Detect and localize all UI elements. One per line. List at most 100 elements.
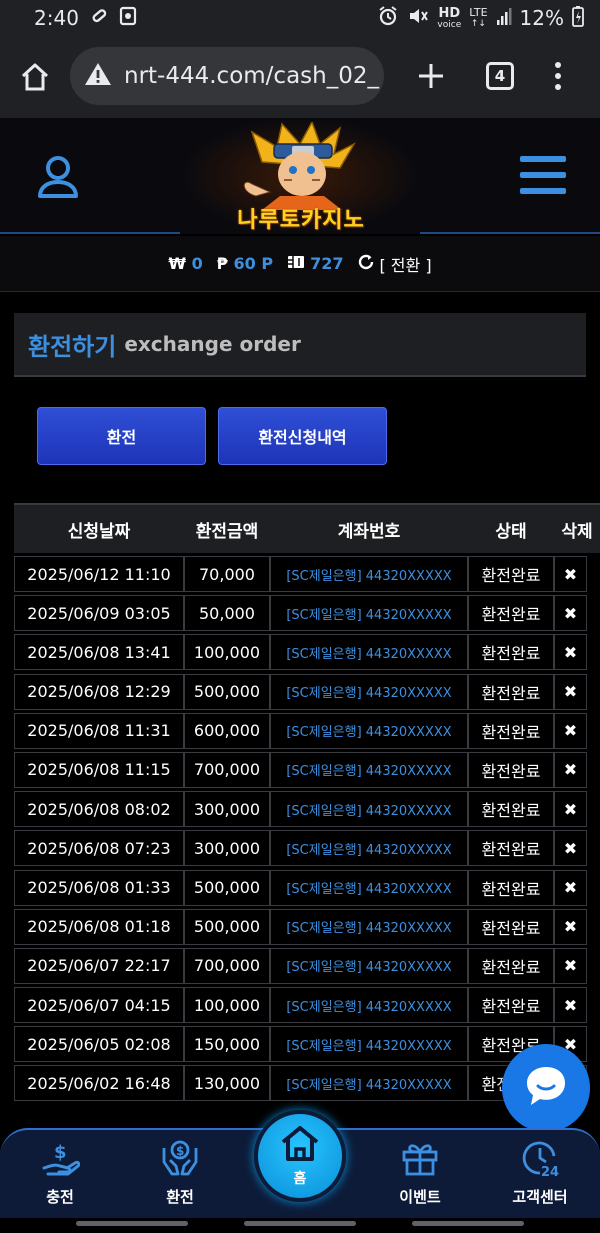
sim-card-icon — [119, 6, 137, 30]
delete-button[interactable]: ✖ — [554, 791, 587, 828]
convert-label: [ 전환 ] — [379, 255, 432, 275]
section-title-ko: 환전하기 — [28, 332, 117, 361]
table-row: 2025/06/08 13:41 100,000 [SC제일은행] 44320XXX… — [14, 631, 600, 671]
cell-date: 2025/06/07 04:15 — [14, 987, 184, 1024]
new-tab-icon[interactable] — [417, 61, 445, 95]
cell-account: [SC제일은행] 44320XXXXX — [270, 987, 468, 1024]
header-date: 신청날짜 — [67, 521, 131, 542]
nav-exchange[interactable]: $ 환전 — [120, 1130, 240, 1220]
hd-voice-indicator: HD voice — [437, 7, 461, 30]
house-icon — [279, 1124, 321, 1166]
user-icon[interactable] — [36, 154, 80, 204]
cell-amount: 300,000 — [184, 830, 270, 867]
cell-amount: 150,000 — [184, 1026, 270, 1063]
cell-account: [SC제일은행] 44320XXXXX — [270, 830, 468, 867]
cell-account: [SC제일은행] 44320XXXXX — [270, 1065, 468, 1102]
gift-icon — [400, 1138, 440, 1182]
cell-amount: 500,000 — [184, 673, 270, 710]
nav-event-label: 이벤트 — [399, 1188, 441, 1206]
cell-status: 환전완료 — [468, 673, 554, 710]
delete-button[interactable]: ✖ — [554, 987, 587, 1024]
table-row: 2025/06/08 07:23 300,000 [SC제일은행] 44320XXX… — [14, 827, 600, 867]
cell-account: [SC제일은행] 44320XXXXX — [270, 947, 468, 984]
cell-status: 환전완료 — [468, 791, 554, 828]
cash-balance: ₩ 0 — [168, 254, 202, 273]
nav-exchange-label: 환전 — [166, 1188, 194, 1206]
table-row: 2025/06/08 11:15 700,000 [SC제일은행] 44320XXX… — [14, 749, 600, 788]
delete-button[interactable]: ✖ — [554, 634, 587, 671]
address-bar[interactable]: nrt-444.com/cash_02_ — [70, 47, 384, 105]
nav-charge[interactable]: $ 충전 — [0, 1130, 120, 1220]
exchange-button[interactable]: 환전 — [37, 407, 206, 465]
convert-button[interactable]: [ 전환 ] — [357, 252, 432, 276]
cell-account: [SC제일은행] 44320XXXXX — [270, 869, 468, 906]
mute-icon — [407, 5, 429, 32]
table-row: 2025/06/09 03:05 50,000 [SC제일은행] 44320XXXX… — [14, 592, 600, 632]
nav-support-label: 고객센터 — [512, 1188, 568, 1206]
delete-button[interactable]: ✖ — [554, 595, 587, 632]
status-bar: 2:40 HD voice LTE ↑↓ 12% — [0, 0, 600, 36]
delete-button[interactable]: ✖ — [554, 947, 587, 984]
cell-date: 2025/06/08 13:41 — [14, 634, 184, 671]
lte-indicator: LTE ↑↓ — [469, 6, 488, 30]
refresh-icon — [357, 253, 375, 275]
cell-amount: 50,000 — [184, 595, 270, 632]
nav-support[interactable]: 24 고객센터 — [480, 1130, 600, 1220]
header-delete: 삭제 — [561, 521, 593, 542]
nav-event[interactable]: 이벤트 — [360, 1130, 480, 1220]
more-menu-icon[interactable] — [554, 61, 562, 95]
cell-date: 2025/06/08 11:31 — [14, 712, 184, 749]
nav-home[interactable]: 홈 — [254, 1110, 346, 1202]
cell-status: 환전완료 — [468, 830, 554, 867]
svg-text:$: $ — [54, 1142, 67, 1163]
cell-status: 환전완료 — [468, 556, 554, 592]
cell-amount: 70,000 — [184, 556, 270, 592]
voice-label: voice — [437, 19, 462, 30]
cell-date: 2025/06/08 07:23 — [14, 830, 184, 867]
cell-amount: 300,000 — [184, 791, 270, 828]
delete-button[interactable]: ✖ — [554, 869, 587, 906]
cell-account: [SC제일은행] 44320XXXXX — [270, 595, 468, 632]
chat-button[interactable] — [502, 1044, 590, 1132]
status-time: 2:40 — [34, 6, 79, 30]
table-row: 2025/06/08 08:02 300,000 [SC제일은행] 44320XXX… — [14, 788, 600, 828]
delete-button[interactable]: ✖ — [554, 751, 587, 788]
delete-button[interactable]: ✖ — [554, 830, 587, 867]
delete-button[interactable]: ✖ — [554, 712, 587, 749]
exchange-history-button[interactable]: 환전신청내역 — [218, 407, 387, 465]
svg-text:$: $ — [176, 1144, 184, 1158]
won-symbol: ₩ — [168, 254, 187, 273]
table-row: 2025/06/08 11:31 600,000 [SC제일은행] 44320XXX… — [14, 710, 600, 749]
cell-amount: 130,000 — [184, 1065, 270, 1102]
point-symbol: ₱ — [216, 254, 228, 273]
section-title: 환전하기 exchange order — [14, 313, 586, 377]
cell-account: [SC제일은행] 44320XXXXX — [270, 751, 468, 788]
point-balance: ₱ 60 P — [217, 254, 273, 273]
delete-button[interactable]: ✖ — [554, 556, 587, 592]
home-icon[interactable] — [19, 62, 51, 96]
hamburger-menu-icon[interactable] — [520, 154, 566, 200]
cell-date: 2025/06/09 03:05 — [14, 595, 184, 632]
nav-home-label: 홈 — [293, 1171, 307, 1187]
table-row: 2025/06/08 01:18 500,000 [SC제일은행] 44320XXX… — [14, 906, 600, 945]
battery-percent: 12% — [519, 6, 564, 30]
cell-status: 환전완료 — [468, 987, 554, 1024]
lte-label: LTE — [469, 6, 488, 19]
exchange-history-table: 신청날짜 환전금액 계좌번호 상태 삭제 2025/06/12 11:10 70,… — [14, 503, 600, 1102]
tab-switcher-button[interactable]: 4 — [486, 62, 514, 90]
delete-button[interactable]: ✖ — [554, 673, 587, 710]
svg-text:24: 24 — [541, 1165, 559, 1178]
tab-count: 4 — [494, 67, 506, 85]
support-24-icon: 24 — [520, 1138, 560, 1182]
cell-date: 2025/06/02 16:48 — [14, 1065, 184, 1102]
warning-icon[interactable] — [84, 61, 112, 91]
cell-status: 환전완료 — [468, 908, 554, 945]
system-gesture-bar — [0, 1218, 600, 1233]
delete-button[interactable]: ✖ — [554, 908, 587, 945]
balance-bar: ₩ 0 ₱ 60 P 727 [ 전환 ] — [0, 236, 600, 292]
header-status: 상태 — [495, 521, 527, 542]
cell-date: 2025/06/05 02:08 — [14, 1026, 184, 1063]
cell-account: [SC제일은행] 44320XXXXX — [270, 712, 468, 749]
url-text[interactable]: nrt-444.com/cash_02_ — [124, 63, 379, 89]
header-account: 계좌번호 — [337, 521, 401, 542]
